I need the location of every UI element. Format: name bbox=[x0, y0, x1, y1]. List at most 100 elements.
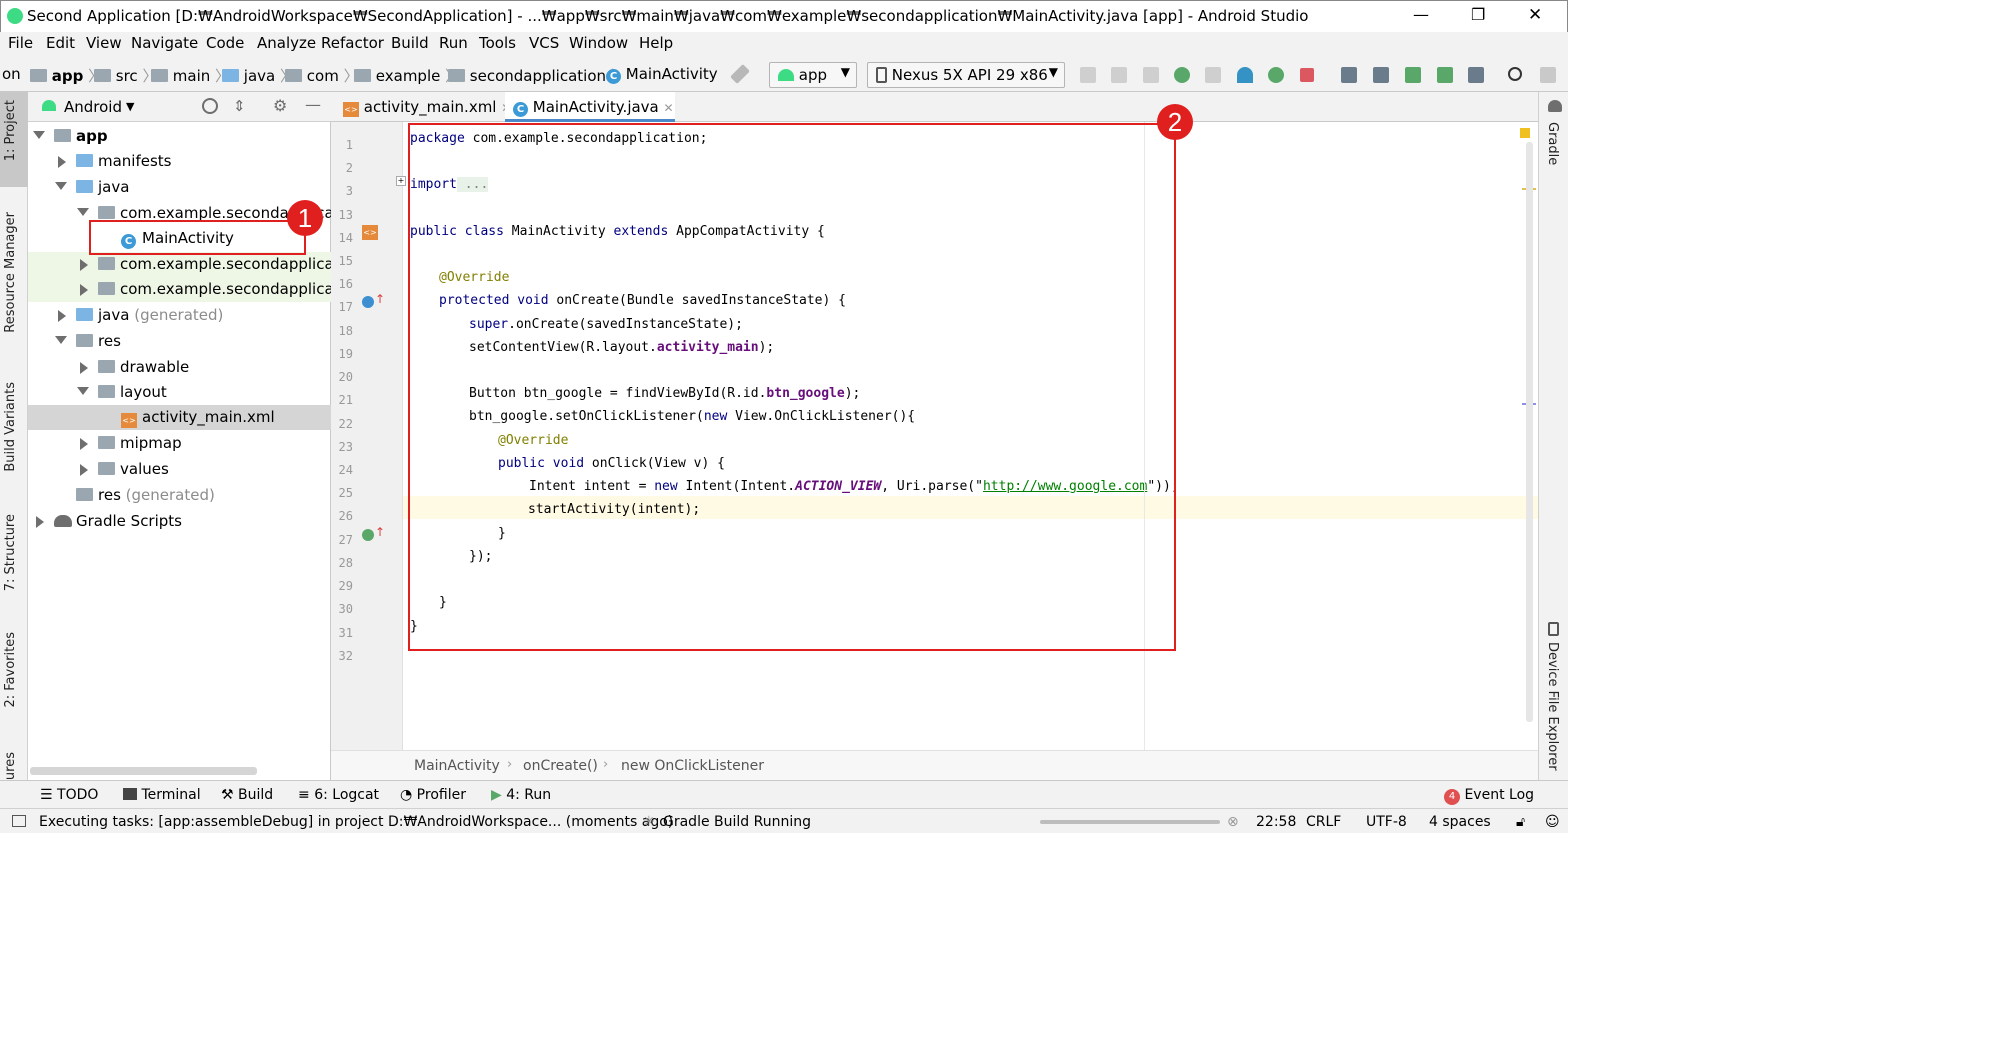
code-breadcrumb-method[interactable]: onCreate() bbox=[523, 758, 598, 774]
maximize-button[interactable]: ❐ bbox=[1471, 5, 1485, 24]
horizontal-scrollbar[interactable] bbox=[30, 767, 257, 775]
tab-mainactivity-java[interactable]: C MainActivity.java ✕ bbox=[505, 92, 675, 122]
search-icon[interactable] bbox=[1508, 67, 1522, 81]
tool-button-todo[interactable]: ☰ TODO bbox=[40, 787, 98, 803]
sdk-manager-icon[interactable] bbox=[1405, 67, 1421, 83]
tool-tab-gradle[interactable]: Gradle bbox=[1545, 122, 1560, 165]
avd-manager-icon[interactable] bbox=[1373, 67, 1389, 83]
close-button[interactable]: ✕ bbox=[1528, 5, 1542, 25]
tool-button-logcat[interactable]: ≡ 6: Logcat bbox=[298, 787, 379, 803]
tool-button-run[interactable]: ▶ 4: Run bbox=[491, 787, 551, 803]
stop-icon[interactable] bbox=[1300, 68, 1314, 82]
locate-icon[interactable] bbox=[202, 98, 218, 114]
tree-item-package-android-test[interactable]: com.example.secondapplication bbox=[28, 252, 362, 277]
run-config-select[interactable]: app ▼ bbox=[769, 62, 857, 88]
profile-icon[interactable] bbox=[1237, 67, 1253, 83]
tree-item-res-generated[interactable]: res (generated) bbox=[28, 483, 331, 508]
tool-tab-resource-manager[interactable]: Resource Manager bbox=[3, 212, 18, 333]
hide-panel-icon[interactable]: — bbox=[305, 95, 321, 114]
implement-method-icon[interactable] bbox=[362, 529, 374, 541]
code-breadcrumb-class[interactable]: MainActivity bbox=[414, 758, 500, 774]
tree-item-values[interactable]: values bbox=[28, 457, 331, 482]
tree-item-drawable[interactable]: drawable bbox=[28, 355, 331, 380]
tool-tab-device-file-explorer[interactable]: Device File Explorer bbox=[1545, 642, 1560, 771]
tree-item-gradle-scripts[interactable]: Gradle Scripts bbox=[28, 509, 331, 534]
override-method-icon[interactable] bbox=[362, 296, 374, 308]
menu-tools[interactable]: Tools bbox=[479, 34, 516, 52]
close-icon[interactable]: ✕ bbox=[664, 101, 674, 115]
gear-icon[interactable]: ⚙ bbox=[273, 96, 287, 115]
tree-item-manifests[interactable]: manifests bbox=[28, 149, 331, 174]
vertical-scrollbar[interactable] bbox=[1526, 142, 1533, 722]
breadcrumb-src[interactable]: src 〉 bbox=[94, 65, 157, 86]
tool-button-terminal[interactable]: Terminal bbox=[123, 787, 201, 803]
menu-edit[interactable]: Edit bbox=[46, 34, 75, 52]
notifications-icon[interactable]: ☺ bbox=[1545, 814, 1560, 830]
indent-setting[interactable]: 4 spaces bbox=[1429, 814, 1491, 830]
menu-window[interactable]: Window bbox=[569, 34, 628, 52]
apply-code-changes-icon[interactable] bbox=[1143, 67, 1159, 83]
project-view-select[interactable]: Android bbox=[64, 98, 122, 116]
project-structure-icon[interactable] bbox=[1468, 67, 1484, 83]
lock-icon[interactable]: 🔓︎ bbox=[1516, 814, 1525, 830]
attach-debugger-icon[interactable] bbox=[1268, 67, 1284, 83]
menu-view[interactable]: View bbox=[86, 34, 122, 52]
layout-file-gutter-icon[interactable]: <> bbox=[362, 221, 378, 240]
tree-item-activity-main-xml[interactable]: <> activity_main.xml bbox=[28, 405, 331, 430]
breadcrumb-secondapplication[interactable]: secondapplication 〉 bbox=[448, 65, 626, 86]
code-breadcrumb-listener[interactable]: new OnClickListener bbox=[621, 758, 764, 774]
tree-item-package-test[interactable]: com.example.secondapplication bbox=[28, 277, 362, 302]
file-encoding[interactable]: UTF-8 bbox=[1366, 814, 1407, 830]
breadcrumb-mainactivity[interactable]: C MainActivity bbox=[606, 65, 718, 84]
event-log-button[interactable]: 4 Event Log bbox=[1444, 787, 1534, 805]
collapse-all-icon[interactable]: ⇕ bbox=[233, 97, 246, 115]
inspection-status-icon[interactable] bbox=[1520, 128, 1530, 138]
tree-item-layout[interactable]: layout bbox=[28, 380, 331, 405]
breadcrumb-main[interactable]: main 〉 bbox=[151, 65, 230, 86]
user-icon[interactable] bbox=[1540, 67, 1556, 83]
menu-file[interactable]: File bbox=[8, 34, 33, 52]
tool-tab-structure[interactable]: 7: Structure bbox=[3, 514, 18, 591]
rerun-icon[interactable] bbox=[1080, 67, 1096, 83]
breadcrumb-app[interactable]: app 〉 bbox=[30, 65, 103, 86]
tree-item-java-generated[interactable]: java (generated) bbox=[28, 303, 331, 328]
coverage-icon[interactable] bbox=[1205, 67, 1221, 83]
menu-run[interactable]: Run bbox=[439, 34, 468, 52]
tool-tab-favorites[interactable]: 2: Favorites bbox=[3, 632, 18, 708]
tool-tab-build-variants[interactable]: Build Variants bbox=[3, 382, 18, 472]
toggle-tool-windows-icon[interactable] bbox=[12, 815, 26, 827]
tree-item-mipmap[interactable]: mipmap bbox=[28, 431, 331, 456]
status-message[interactable]: Executing tasks: [app:assembleDebug] in … bbox=[39, 814, 673, 830]
tree-item-app[interactable]: app bbox=[28, 124, 331, 149]
tree-item-java[interactable]: java bbox=[28, 175, 331, 200]
tool-button-profiler[interactable]: ◔ Profiler bbox=[400, 787, 466, 803]
minimize-button[interactable]: — bbox=[1413, 5, 1429, 24]
apply-changes-icon[interactable] bbox=[1111, 67, 1127, 83]
cancel-icon[interactable]: ⊗ bbox=[1227, 814, 1239, 830]
tool-tab-project[interactable]: 1: Project bbox=[3, 100, 18, 161]
breadcrumb-example[interactable]: example 〉 bbox=[354, 65, 460, 86]
menu-navigate[interactable]: Navigate bbox=[131, 34, 198, 52]
menu-code[interactable]: Code bbox=[206, 34, 244, 52]
breadcrumb-com[interactable]: com 〉 bbox=[285, 65, 359, 86]
menu-refactor[interactable]: Refactor bbox=[321, 34, 384, 52]
fold-expand-icon[interactable]: + bbox=[396, 176, 406, 186]
debug-icon[interactable] bbox=[1174, 67, 1190, 83]
menu-analyze[interactable]: Analyze bbox=[257, 34, 316, 52]
menu-build[interactable]: Build bbox=[391, 34, 429, 52]
tool-button-build[interactable]: ⚒ Build bbox=[221, 787, 273, 803]
sync-project-icon[interactable] bbox=[1341, 67, 1357, 83]
menu-help[interactable]: Help bbox=[639, 34, 673, 52]
device-select[interactable]: Nexus 5X API 29 x86 ▼ bbox=[867, 62, 1065, 88]
breadcrumb-root[interactable]: on bbox=[2, 65, 21, 83]
tab-activity-main-xml[interactable]: <> activity_main.xml ✕ bbox=[335, 92, 511, 122]
tool-tab-captures[interactable]: ures bbox=[3, 752, 18, 780]
device-manager-icon[interactable] bbox=[1437, 67, 1453, 83]
chevron-down-icon[interactable]: ▼ bbox=[126, 100, 134, 113]
build-status[interactable]: Gradle Build Running bbox=[663, 814, 811, 830]
line-separator[interactable]: CRLF bbox=[1306, 814, 1341, 830]
hammer-icon[interactable] bbox=[730, 64, 750, 84]
menu-vcs[interactable]: VCS bbox=[529, 34, 559, 52]
caret-position[interactable]: 22:58 bbox=[1256, 814, 1296, 830]
tree-item-res[interactable]: res bbox=[28, 329, 331, 354]
